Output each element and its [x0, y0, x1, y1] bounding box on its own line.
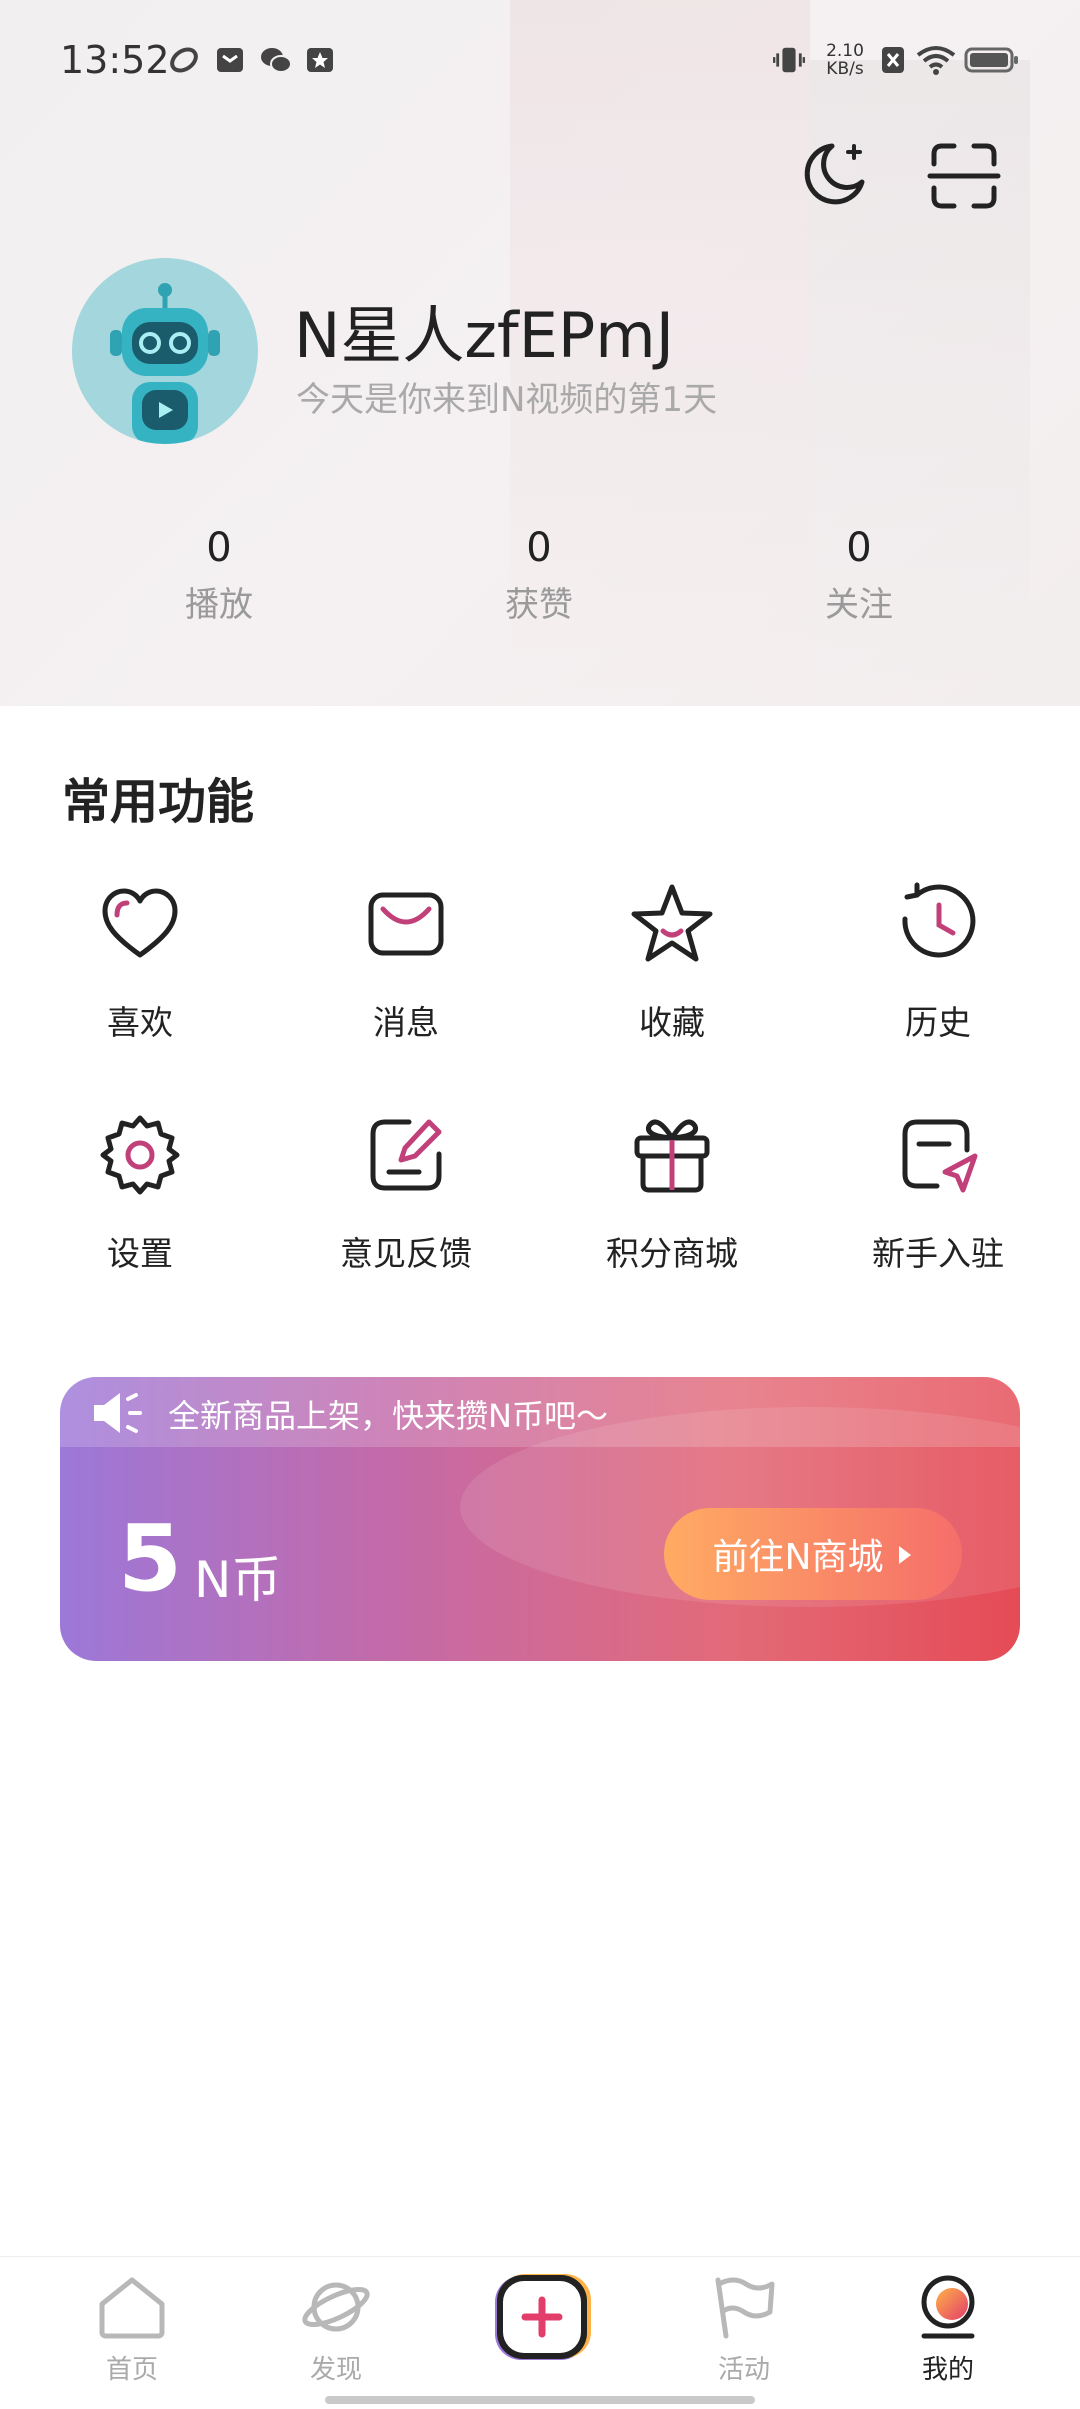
function-label: 意见反馈 [340, 1234, 472, 1273]
clock-icon [888, 874, 988, 974]
function-newcomer[interactable]: 新手入驻 [838, 1105, 1038, 1275]
play-arrow-icon [897, 1534, 913, 1575]
stat-label: 播放 [185, 585, 253, 625]
gear-icon [90, 1105, 190, 1205]
profile-icon [908, 2271, 988, 2343]
speaker-icon [90, 1389, 150, 1441]
function-points-mall[interactable]: 积分商城 [572, 1105, 772, 1275]
function-messages[interactable]: 消息 [306, 874, 506, 1044]
function-label: 消息 [373, 1003, 439, 1042]
planet-icon [296, 2271, 376, 2343]
function-label: 收藏 [639, 1003, 705, 1042]
moon-icon[interactable] [792, 136, 872, 216]
tab-label: 活动 [717, 2355, 770, 2385]
tab-discover[interactable]: 发现 [266, 2271, 406, 2386]
user-days-text: 今天是你来到N视频的第1天 [296, 380, 718, 420]
home-indicator [325, 2396, 755, 2404]
status-bar: 13:52 2.10 KB/s [0, 0, 1080, 120]
coin-card[interactable]: 全新商品上架，快来攒N币吧～ 5 N币 前往N商城 [60, 1377, 1020, 1661]
stat-value: 0 [846, 525, 872, 571]
function-label: 设置 [107, 1234, 173, 1273]
function-label: 积分商城 [606, 1234, 738, 1273]
function-like[interactable]: 喜欢 [40, 874, 240, 1044]
username[interactable]: N星人zfEPmJ [294, 285, 674, 375]
flag-icon [704, 2271, 784, 2343]
coin-unit: N币 [194, 1551, 282, 1609]
tab-create[interactable] [470, 2267, 610, 2367]
wifi-icon [916, 44, 956, 76]
function-history[interactable]: 历史 [838, 874, 1038, 1044]
stat-label: 关注 [825, 585, 893, 625]
stat-plays[interactable]: 0 播放 [119, 525, 319, 626]
battery-icon [964, 44, 1020, 76]
avatar[interactable] [72, 258, 258, 444]
stat-following[interactable]: 0 关注 [759, 525, 959, 626]
stat-value: 0 [206, 525, 232, 571]
app-notification-icon [168, 44, 200, 76]
vibrate-icon [773, 44, 805, 76]
function-favorites[interactable]: 收藏 [572, 874, 772, 1044]
tab-profile[interactable]: 我的 [878, 2271, 1018, 2386]
stat-value: 0 [526, 525, 552, 571]
mail-icon [356, 874, 456, 974]
network-speed: 2.10 KB/s [826, 41, 864, 79]
status-time: 13:52 [60, 38, 170, 82]
gift-icon [622, 1105, 722, 1205]
tab-label: 发现 [309, 2355, 362, 2385]
mail-notification-icon [214, 44, 246, 76]
function-label: 喜欢 [107, 1003, 173, 1042]
function-label: 历史 [905, 1003, 971, 1042]
go-to-mall-button[interactable]: 前往N商城 [664, 1508, 962, 1600]
bottom-tab-bar: 首页 发现 活动 我的 [0, 2256, 1080, 2409]
scan-icon[interactable] [924, 136, 1004, 216]
function-settings[interactable]: 设置 [40, 1105, 240, 1275]
tab-label: 首页 [105, 2355, 158, 2385]
section-title-common-functions: 常用功能 [62, 774, 255, 830]
coin-balance: 5 [118, 1505, 183, 1612]
star-notification-icon [304, 44, 336, 76]
go-to-mall-label: 前往N商城 [712, 1537, 884, 1578]
notice-text: 全新商品上架，快来攒N币吧～ [168, 1397, 608, 1435]
sim-disabled-icon [877, 44, 909, 76]
tab-label: 我的 [921, 2355, 974, 2385]
send-icon [888, 1105, 988, 1205]
tab-home[interactable]: 首页 [62, 2271, 202, 2386]
heart-icon [90, 874, 190, 974]
function-label: 新手入驻 [872, 1234, 1004, 1273]
add-icon [485, 2267, 595, 2367]
wechat-icon [260, 44, 292, 76]
tab-activity[interactable]: 活动 [674, 2271, 814, 2386]
star-icon [622, 874, 722, 974]
function-feedback[interactable]: 意见反馈 [306, 1105, 506, 1275]
stat-label: 获赞 [505, 585, 573, 625]
edit-icon [356, 1105, 456, 1205]
stat-likes[interactable]: 0 获赞 [439, 525, 639, 626]
home-icon [92, 2271, 172, 2343]
